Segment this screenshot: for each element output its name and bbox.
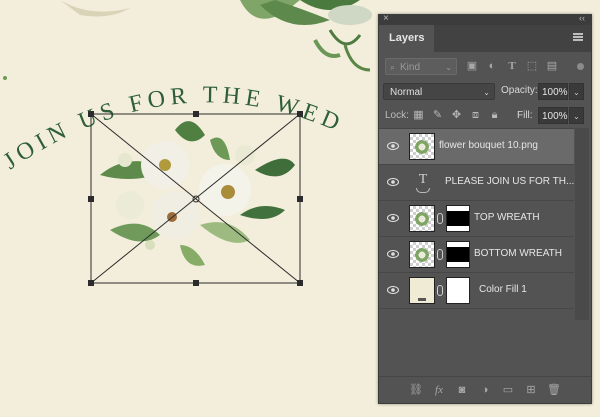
opacity-dropdown-icon[interactable]: ⌄ [569,83,584,100]
lock-all-icon[interactable]: 🔒︎ [488,109,501,122]
mask-link-icon[interactable] [437,249,443,260]
layer-filter-row: ⌕ Kind ⌄ ▣ ◐ T ⬚ ▤ [379,55,591,79]
new-group-icon[interactable]: ▭ [501,383,515,397]
new-layer-icon[interactable]: ⊞ [524,383,538,397]
delete-layer-icon[interactable]: 🗑︎ [547,383,561,397]
link-layers-icon[interactable]: ⛓︎ [409,383,423,397]
chevron-down-icon: ⌄ [483,88,490,97]
add-mask-icon[interactable]: ◙ [455,383,469,397]
blend-mode-select[interactable]: Normal ⌄ [383,83,495,100]
fill-input[interactable]: 100% [538,107,568,124]
visibility-eye-icon[interactable] [387,142,399,150]
lock-label: Lock: [385,110,409,121]
lock-image-pixels-icon[interactable]: ✎ [431,109,444,122]
layer-thumbnail [409,133,435,160]
lock-position-icon[interactable]: ✥ [450,109,463,122]
layers-scrollbar[interactable] [575,128,589,320]
visibility-eye-icon[interactable] [387,286,399,294]
type-filter-icon[interactable]: T [505,60,519,73]
layers-bottom-toolbar: ⛓︎ fx ◙ ◑ ▭ ⊞ 🗑︎ [379,376,591,403]
blend-row: Normal ⌄ Opacity: 100% ⌄ [379,81,591,103]
filter-kind-label: Kind [400,62,421,73]
layer-name: flower bouquet 10.png [439,140,538,151]
layer-row-text[interactable]: T PLEASE JOIN US FOR TH... [379,165,574,201]
blend-mode-value: Normal [390,87,423,98]
panel-header-strip: × ‹‹ [379,13,591,25]
opacity-input[interactable]: 100% [538,83,568,100]
mask-link-icon[interactable] [437,285,443,296]
panel-tab-bar: Layers [379,25,591,52]
collapse-panel-button[interactable]: ‹‹ [579,13,585,23]
layer-thumbnail [409,205,435,232]
shape-filter-icon[interactable]: ⬚ [525,60,539,73]
artboard-lock-icon[interactable]: ⧈ [469,109,482,122]
adjustment-filter-icon[interactable]: ◐ [485,60,499,73]
chevron-down-icon: ⌄ [445,63,452,72]
fill-label: Fill: [517,110,533,121]
text-on-path-icon: T [416,172,430,193]
layers-panel: × ‹‹ Layers ⌕ Kind ⌄ ▣ ◐ T ⬚ ▤ Normal ⌄ … [378,13,592,404]
layer-row-top-wreath[interactable]: TOP WREATH [379,201,574,237]
layer-mask-thumbnail[interactable] [446,241,470,268]
layer-row-flower-bouquet[interactable]: flower bouquet 10.png [379,129,574,165]
layer-row-bottom-wreath[interactable]: BOTTOM WREATH [379,237,574,273]
layers-list: flower bouquet 10.png T PLEASE JOIN US F… [379,128,574,321]
layer-row-color-fill[interactable]: Color Fill 1 [379,273,574,309]
filter-toggle-icon[interactable] [577,63,584,70]
lock-row: Lock: ▦ ✎ ✥ ⧈ 🔒︎ Fill: 100% ⌄ [379,105,591,127]
opacity-label: Opacity: [501,85,538,96]
search-icon: ⌕ [390,62,396,72]
mask-link-icon[interactable] [437,213,443,224]
image-filter-icon[interactable]: ▣ [465,60,479,73]
layer-mask-thumbnail[interactable] [446,205,470,232]
tab-layers[interactable]: Layers [379,25,435,52]
adjustment-layer-icon[interactable]: ◑ [478,383,492,397]
fill-thumbnail [409,277,435,304]
layer-name: PLEASE JOIN US FOR TH... [445,176,575,187]
fill-dropdown-icon[interactable]: ⌄ [569,107,584,124]
filter-kind-select[interactable]: ⌕ Kind ⌄ [385,58,457,75]
panel-menu-icon[interactable] [573,33,583,41]
lock-transparent-pixels-icon[interactable]: ▦ [412,109,425,122]
visibility-eye-icon[interactable] [387,178,399,186]
layer-name: TOP WREATH [474,212,540,223]
close-panel-button[interactable]: × [383,13,389,24]
layer-name: BOTTOM WREATH [474,248,562,259]
visibility-eye-icon[interactable] [387,250,399,258]
visibility-eye-icon[interactable] [387,214,399,222]
layer-name: Color Fill 1 [479,284,527,295]
smart-object-filter-icon[interactable]: ▤ [545,60,559,73]
layer-mask-thumbnail[interactable] [446,277,470,304]
fx-icon[interactable]: fx [432,383,446,397]
layer-thumbnail [409,241,435,268]
